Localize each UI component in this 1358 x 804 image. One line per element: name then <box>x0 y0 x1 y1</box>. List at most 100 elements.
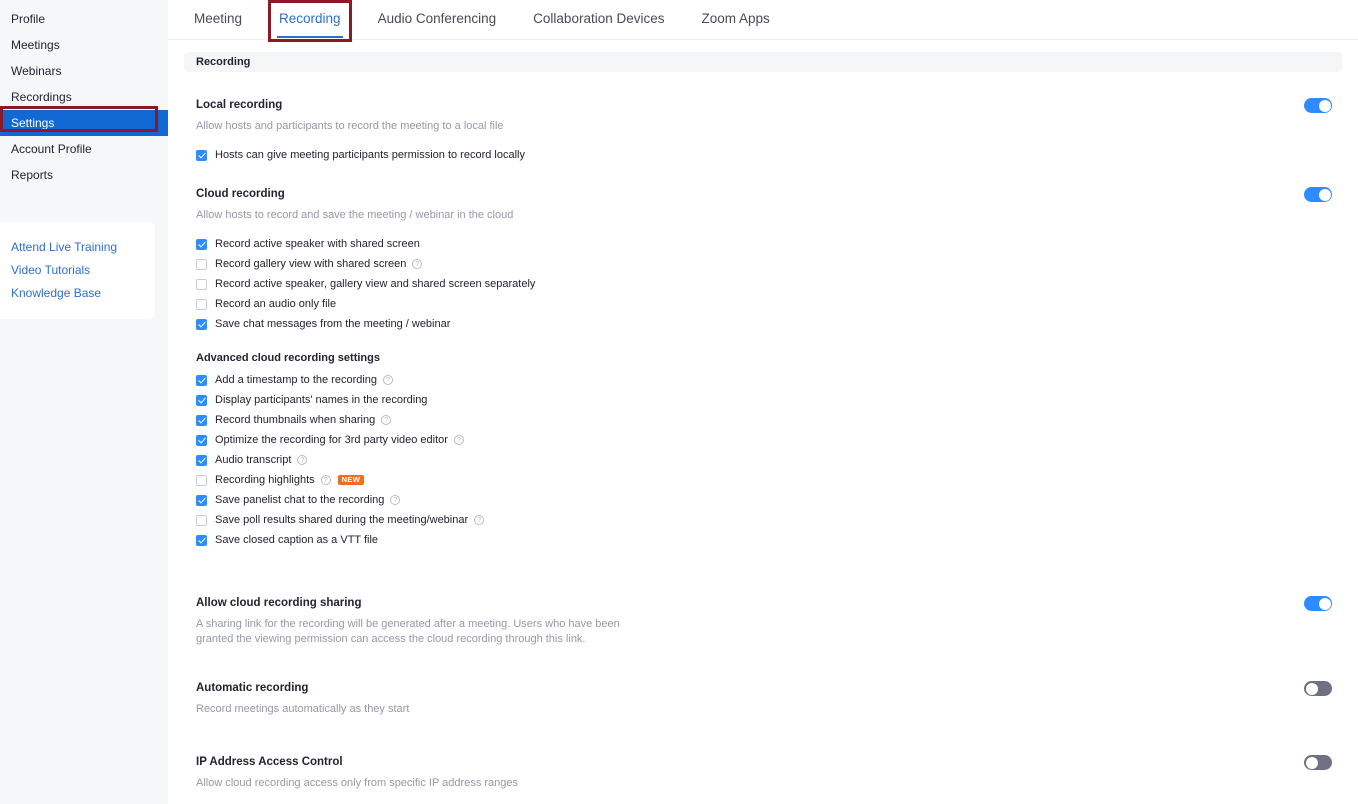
sidebar-item-settings[interactable]: Settings <box>0 110 168 136</box>
help-question-icon[interactable]: ? <box>453 435 464 445</box>
toggle-allow-cloud-recording-sharing[interactable] <box>1304 596 1332 611</box>
section-band-recording: Recording <box>184 52 1342 72</box>
checkbox-checked-icon[interactable] <box>196 434 207 446</box>
setting-title: IP Address Access Control <box>196 756 343 768</box>
sidebar-item-meetings[interactable]: Meetings <box>0 32 168 58</box>
settings-list: Local recording Allow hosts and particip… <box>168 72 1358 804</box>
toggle-knob <box>1318 597 1331 610</box>
sidebar-item-recordings[interactable]: Recordings <box>0 84 168 110</box>
sidebar-nav-list: Profile Meetings Webinars Recordings Setting… <box>0 0 168 188</box>
checkbox-unchecked-icon[interactable] <box>196 298 207 310</box>
checkbox-row[interactable]: Save closed caption as a VTT file <box>196 530 1286 550</box>
checkbox-row[interactable]: Record gallery view with shared screen? <box>196 254 1286 274</box>
toggle-automatic-recording[interactable] <box>1304 681 1332 696</box>
checkbox-unchecked-icon[interactable] <box>196 514 207 526</box>
help-question-icon[interactable]: ? <box>383 375 394 385</box>
checkbox-checked-icon[interactable] <box>196 534 207 546</box>
checkbox-row[interactable]: Save poll results shared during the meet… <box>196 510 1286 530</box>
tab-audio-conferencing[interactable]: Audio Conferencing <box>376 0 499 38</box>
checkbox-label: Audio transcript <box>215 453 292 466</box>
checkbox-checked-icon[interactable] <box>196 494 207 506</box>
local-recording-options: Hosts can give meeting participants perm… <box>196 145 1286 165</box>
sidebar-item-account-profile[interactable]: Account Profile <box>0 136 168 162</box>
checkbox-row[interactable]: Optimize the recording for 3rd party vid… <box>196 430 1286 450</box>
help-link-attend-live-training[interactable]: Attend Live Training <box>0 236 155 259</box>
checkbox-label: Add a timestamp to the recording <box>215 373 378 386</box>
setting-title: Automatic recording <box>196 682 309 694</box>
checkbox-checked-icon[interactable] <box>196 318 207 330</box>
checkbox-checked-icon[interactable] <box>196 238 207 250</box>
toggle-local-recording[interactable] <box>1304 98 1332 113</box>
toggle-knob <box>1305 682 1318 695</box>
toggle-knob <box>1318 188 1331 201</box>
cloud-recording-options: Record active speaker with shared screen… <box>196 234 1286 334</box>
help-question-icon[interactable]: ? <box>412 259 423 269</box>
checkbox-unchecked-icon[interactable] <box>196 474 207 486</box>
help-question-icon[interactable]: ? <box>390 495 401 505</box>
checkbox-checked-icon[interactable] <box>196 149 207 161</box>
setting-title: Cloud recording <box>196 188 285 200</box>
checkbox-row[interactable]: Add a timestamp to the recording? <box>196 370 1286 390</box>
setting-automatic-recording: Automatic recording Record meetings auto… <box>184 647 1342 717</box>
setting-cloud-recording: Cloud recording Allow hosts to record an… <box>184 165 1342 550</box>
checkbox-label: Save chat messages from the meeting / we… <box>215 317 451 330</box>
checkbox-row[interactable]: Record active speaker, gallery view and … <box>196 274 1286 294</box>
checkbox-row[interactable]: Record active speaker with shared screen <box>196 234 1286 254</box>
checkbox-row[interactable]: Record an audio only file <box>196 294 1286 314</box>
toggle-knob <box>1318 99 1331 112</box>
new-badge: NEW <box>337 474 365 486</box>
setting-allow-cloud-recording-sharing: Allow cloud recording sharing A sharing … <box>184 550 1342 647</box>
checkbox-label: Hosts can give meeting participants perm… <box>215 148 525 161</box>
checkbox-row[interactable]: Recording highlights? NEW <box>196 470 1286 490</box>
checkbox-row[interactable]: Save chat messages from the meeting / we… <box>196 314 1286 334</box>
checkbox-row[interactable]: Hosts can give meeting participants perm… <box>196 145 1286 165</box>
checkbox-checked-icon[interactable] <box>196 454 207 466</box>
sidebar-help-card: Attend Live Training Video Tutorials Knowl… <box>0 222 155 319</box>
checkbox-label: Save closed caption as a VTT file <box>215 533 379 546</box>
checkbox-row[interactable]: Save panelist chat to the recording? <box>196 490 1286 510</box>
setting-local-recording: Local recording Allow hosts and particip… <box>184 72 1342 165</box>
help-link-knowledge-base[interactable]: Knowledge Base <box>0 282 155 305</box>
checkbox-row[interactable]: Audio transcript? <box>196 450 1286 470</box>
toggle-cloud-recording[interactable] <box>1304 187 1332 202</box>
advanced-settings-heading: Advanced cloud recording settings <box>196 352 380 364</box>
toggle-knob <box>1305 756 1318 769</box>
checkbox-unchecked-icon[interactable] <box>196 278 207 290</box>
tab-collaboration-devices[interactable]: Collaboration Devices <box>531 0 666 38</box>
checkbox-row[interactable]: Display participants' names in the recor… <box>196 390 1286 410</box>
tab-meeting[interactable]: Meeting <box>192 0 244 38</box>
checkbox-unchecked-icon[interactable] <box>196 258 207 270</box>
tab-list: Meeting Recording Audio Conferencing Collab… <box>192 0 805 38</box>
tab-zoom-apps[interactable]: Zoom Apps <box>700 0 772 38</box>
checkbox-row[interactable]: Record thumbnails when sharing? <box>196 410 1286 430</box>
checkbox-label: Save poll results shared during the meet… <box>215 513 469 526</box>
setting-description: Allow hosts to record and save the meeti… <box>196 209 514 221</box>
setting-description: Record meetings automatically as they st… <box>196 703 410 715</box>
sidebar-item-profile[interactable]: Profile <box>0 6 168 32</box>
toggle-ip-address-access-control[interactable] <box>1304 755 1332 770</box>
help-link-video-tutorials[interactable]: Video Tutorials <box>0 259 155 282</box>
help-question-icon[interactable]: ? <box>297 455 308 465</box>
setting-require-authenticate: Require users to authenticate before vie… <box>184 791 1342 804</box>
setting-title: Allow cloud recording sharing <box>196 597 362 609</box>
checkbox-checked-icon[interactable] <box>196 374 207 386</box>
sidebar-item-webinars[interactable]: Webinars <box>0 58 168 84</box>
help-question-icon[interactable]: ? <box>381 415 392 425</box>
setting-description: Allow cloud recording access only from s… <box>196 777 519 789</box>
help-question-icon[interactable]: ? <box>474 515 485 525</box>
settings-tabbar: Meeting Recording Audio Conferencing Collab… <box>168 0 1358 42</box>
checkbox-label: Save panelist chat to the recording <box>215 493 385 506</box>
checkbox-label: Record thumbnails when sharing <box>215 413 376 426</box>
tab-recording[interactable]: Recording <box>277 0 343 38</box>
checkbox-checked-icon[interactable] <box>196 394 207 406</box>
sidebar: Profile Meetings Webinars Recordings Setting… <box>0 0 168 804</box>
checkbox-checked-icon[interactable] <box>196 414 207 426</box>
setting-description: Allow hosts and participants to record t… <box>196 120 504 132</box>
setting-description: A sharing link for the recording will be… <box>196 618 620 645</box>
checkbox-label: Record active speaker, gallery view and … <box>215 277 536 290</box>
zoom-settings-page: Profile Meetings Webinars Recordings Setting… <box>0 0 1358 804</box>
main-content: Meeting Recording Audio Conferencing Collab… <box>168 0 1358 804</box>
checkbox-label: Recording highlights <box>215 473 315 486</box>
help-question-icon[interactable]: ? <box>320 475 331 485</box>
sidebar-item-reports[interactable]: Reports <box>0 162 168 188</box>
